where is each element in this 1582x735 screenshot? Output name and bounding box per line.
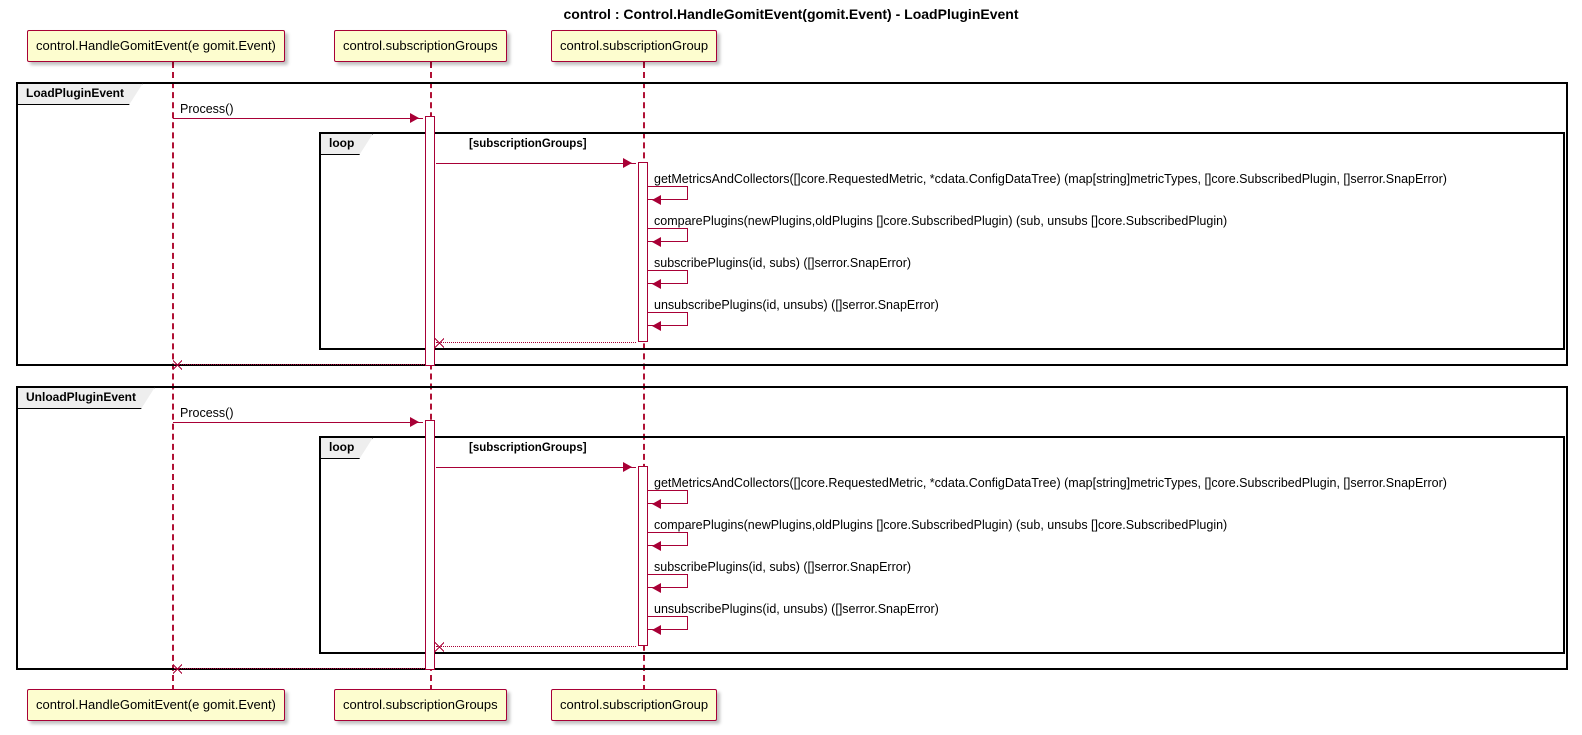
participant-subscription-groups-bottom: control.subscriptionGroups <box>334 689 507 721</box>
loop-label: loop <box>320 437 373 459</box>
self-hook-get-metrics-2 <box>648 490 688 504</box>
self-hook-unsubscribe-2 <box>648 616 688 630</box>
diagram-title: control : Control.HandleGomitEvent(gomit… <box>0 6 1582 22</box>
self-hook-get-metrics-1 <box>648 186 688 200</box>
arrow-return-group-1 <box>436 342 636 343</box>
activation-subscription-group-2 <box>638 466 648 646</box>
group-label: UnloadPluginEvent <box>17 387 155 409</box>
message-get-metrics-1: getMetricsAndCollectors([]core.Requested… <box>654 172 1447 186</box>
self-hook-compare-2 <box>648 532 688 546</box>
message-compare-1: comparePlugins(newPlugins,oldPlugins []c… <box>654 214 1227 228</box>
arrow-process-2 <box>173 422 423 423</box>
message-subscribe-1: subscribePlugins(id, subs) ([]serror.Sna… <box>654 256 911 270</box>
participant-subscription-group-bottom: control.subscriptionGroup <box>551 689 717 721</box>
message-unsubscribe-1: unsubscribePlugins(id, unsubs) ([]serror… <box>654 298 939 312</box>
participant-handle-gomit-event-top: control.HandleGomitEvent(e gomit.Event) <box>27 30 285 62</box>
arrow-return-groups-1 <box>174 364 424 365</box>
message-process-1: Process() <box>180 102 233 116</box>
message-compare-2: comparePlugins(newPlugins,oldPlugins []c… <box>654 518 1227 532</box>
participant-handle-gomit-event-bottom: control.HandleGomitEvent(e gomit.Event) <box>27 689 285 721</box>
message-subscribe-2: subscribePlugins(id, subs) ([]serror.Sna… <box>654 560 911 574</box>
arrow-return-group-2 <box>436 646 636 647</box>
arrow-loop-call-1 <box>436 163 636 164</box>
loop-condition: [subscriptionGroups] <box>469 438 587 458</box>
group-label: LoadPluginEvent <box>17 83 143 105</box>
loop-frame-2: loop [subscriptionGroups] <box>319 436 1565 654</box>
self-hook-subscribe-2 <box>648 574 688 588</box>
message-unsubscribe-2: unsubscribePlugins(id, unsubs) ([]serror… <box>654 602 939 616</box>
arrow-process-1 <box>173 118 423 119</box>
loop-frame-1: loop [subscriptionGroups] <box>319 132 1565 350</box>
activation-subscription-groups-1 <box>425 116 435 366</box>
message-get-metrics-2: getMetricsAndCollectors([]core.Requested… <box>654 476 1447 490</box>
loop-condition: [subscriptionGroups] <box>469 134 587 154</box>
activation-subscription-group-1 <box>638 162 648 342</box>
participant-subscription-groups-top: control.subscriptionGroups <box>334 30 507 62</box>
sequence-diagram: control : Control.HandleGomitEvent(gomit… <box>0 0 1582 735</box>
participant-subscription-group-top: control.subscriptionGroup <box>551 30 717 62</box>
arrow-return-groups-2 <box>174 668 424 669</box>
self-hook-unsubscribe-1 <box>648 312 688 326</box>
message-process-2: Process() <box>180 406 233 420</box>
activation-subscription-groups-2 <box>425 420 435 670</box>
loop-label: loop <box>320 133 373 155</box>
self-hook-compare-1 <box>648 228 688 242</box>
arrow-loop-call-2 <box>436 467 636 468</box>
self-hook-subscribe-1 <box>648 270 688 284</box>
